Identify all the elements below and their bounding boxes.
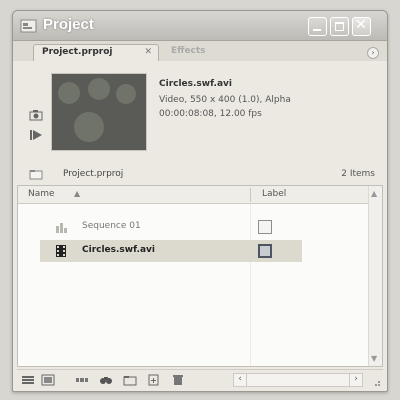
new-bin-button[interactable] <box>123 374 137 386</box>
minimize-icon <box>313 29 321 31</box>
clip-name: Circles.swf.avi <box>159 79 232 89</box>
bottom-toolbar: ‹ › <box>17 369 383 389</box>
tab-project-label: Project.prproj <box>42 47 113 57</box>
panel-menu-button[interactable]: › <box>367 47 379 59</box>
play-icon[interactable] <box>29 129 43 141</box>
film-icon <box>56 245 66 257</box>
column-header-label[interactable]: Label <box>262 189 286 199</box>
clear-button[interactable] <box>171 374 185 386</box>
sort-ascending-icon[interactable]: ▲ <box>74 189 80 198</box>
column-header-name[interactable]: Name <box>28 189 55 199</box>
clip-video-info: Video, 550 x 400 (1.0), Alpha <box>159 95 291 105</box>
bin-icon[interactable] <box>29 169 43 180</box>
scroll-down-icon[interactable]: ▼ <box>371 354 377 363</box>
list-item-clip[interactable]: Circles.swf.avi <box>40 240 302 262</box>
find-button[interactable] <box>99 374 113 386</box>
thumbnail-circle <box>58 82 80 104</box>
item-count: 2 Items <box>341 169 375 179</box>
new-item-button[interactable] <box>147 374 161 386</box>
scroll-left-button[interactable]: ‹ <box>233 373 247 387</box>
icon-view-button[interactable] <box>41 374 55 386</box>
maximize-button[interactable] <box>330 17 349 36</box>
horizontal-scrollbar[interactable] <box>247 373 349 387</box>
list-view-button[interactable] <box>21 374 35 386</box>
list-header: Name ▲ Label <box>18 186 368 204</box>
maximize-icon <box>335 22 344 31</box>
poster-frame-icon[interactable] <box>29 109 43 121</box>
vertical-scrollbar[interactable]: ▲ ▼ <box>368 186 382 366</box>
list-view-icon <box>22 376 34 384</box>
item-name: Sequence 01 <box>82 221 141 231</box>
thumbnail-circle <box>88 78 110 100</box>
bin-name: Project.prproj <box>63 169 124 179</box>
scroll-right-button[interactable]: › <box>349 373 363 387</box>
title-bar[interactable]: Project ✕ <box>13 11 387 41</box>
column-divider[interactable] <box>250 188 251 202</box>
thumbnail-circle <box>116 84 136 104</box>
new-item-icon <box>148 374 159 386</box>
close-icon: ✕ <box>355 17 367 33</box>
item-label-swatch[interactable] <box>258 220 272 234</box>
sequence-icon <box>56 223 67 233</box>
tab-close-icon[interactable]: ✕ <box>144 47 152 57</box>
window-title: Project <box>43 16 94 33</box>
thumbnail-circle <box>74 112 104 142</box>
binoculars-icon <box>100 377 112 384</box>
tab-effects[interactable]: Effects <box>163 44 225 61</box>
tab-strip: Project.prproj ✕ Effects <box>13 41 387 61</box>
icon-view-icon <box>41 374 55 386</box>
clip-duration-info: 00:00:08:08, 12.00 fps <box>159 109 262 119</box>
scroll-up-icon[interactable]: ▲ <box>371 189 377 198</box>
resize-grip-icon[interactable] <box>371 377 381 387</box>
project-panel-icon <box>20 19 37 33</box>
minimize-button[interactable] <box>308 17 327 36</box>
tab-project[interactable]: Project.prproj ✕ <box>33 44 159 61</box>
automate-icon <box>76 376 88 384</box>
close-button[interactable]: ✕ <box>352 17 371 36</box>
item-label-swatch[interactable] <box>258 244 272 258</box>
list-item-sequence[interactable]: Sequence 01 <box>40 216 302 238</box>
trash-icon <box>173 375 183 385</box>
project-item-list[interactable]: Name ▲ Label Sequence 01 Circles.swf.avi… <box>17 185 383 367</box>
tab-effects-label: Effects <box>171 46 206 56</box>
new-bin-icon <box>123 376 137 386</box>
automate-to-sequence-button[interactable] <box>75 374 89 386</box>
item-name: Circles.swf.avi <box>82 245 155 255</box>
bin-bar: Project.prproj 2 Items <box>13 165 387 185</box>
project-panel-window: Project ✕ Project.prproj ✕ Effects › Cir… <box>12 10 388 392</box>
clip-thumbnail[interactable] <box>51 73 147 151</box>
